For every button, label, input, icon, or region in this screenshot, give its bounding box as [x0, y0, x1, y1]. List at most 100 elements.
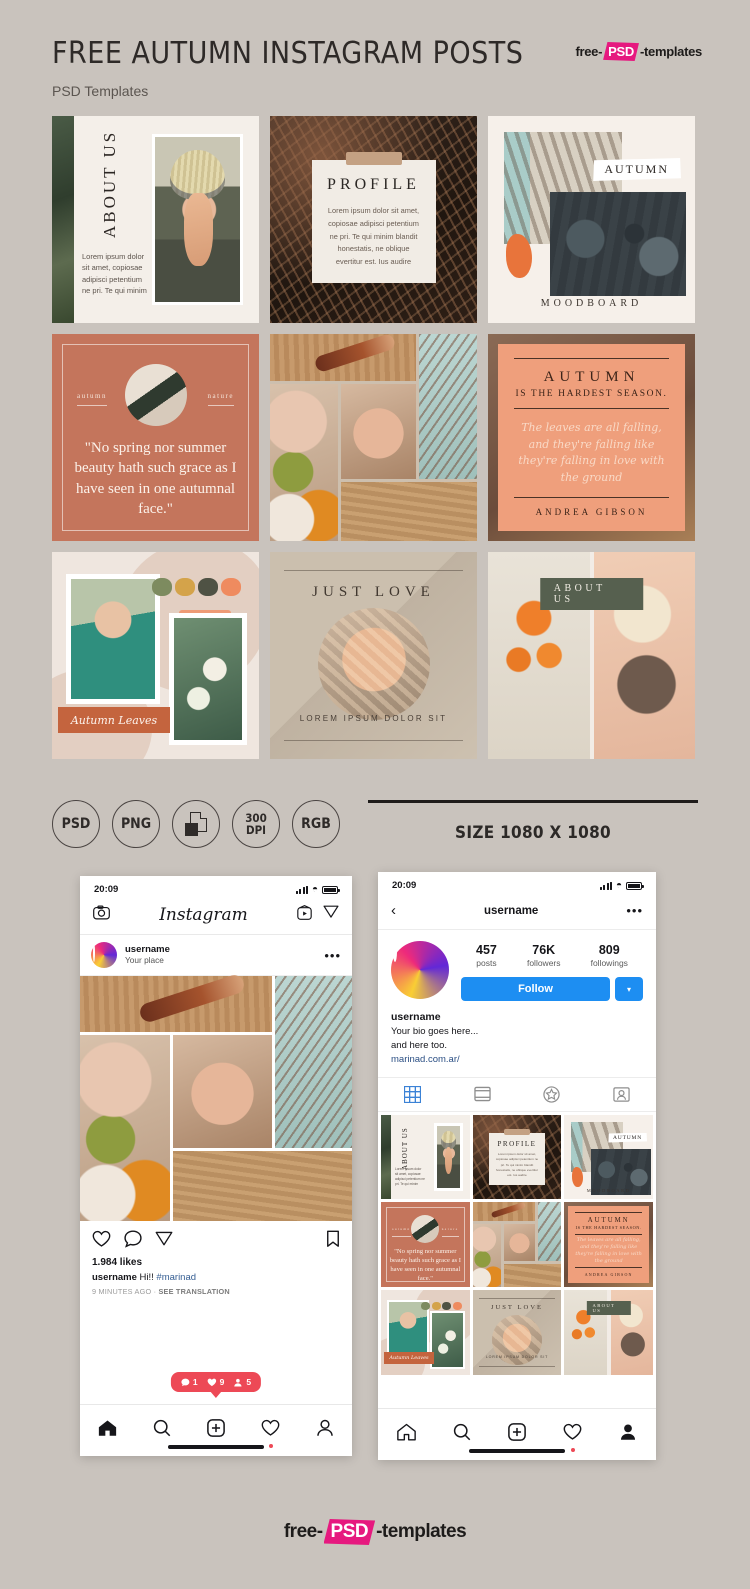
profile-bio-line1: Your bio goes here... — [391, 1026, 479, 1038]
activity-badge-dot — [268, 1444, 273, 1448]
just-love-circular-portrait — [317, 608, 430, 720]
post-likes-count: 1.984 likes — [92, 1257, 143, 1268]
swatch-coral — [221, 578, 241, 596]
add-post-icon[interactable] — [508, 1423, 526, 1446]
bookmark-icon[interactable] — [326, 1230, 340, 1253]
add-post-icon[interactable] — [207, 1419, 225, 1442]
collage-wood-texture-photo — [341, 481, 477, 541]
like-icon[interactable] — [92, 1230, 111, 1253]
home-icon[interactable] — [98, 1419, 117, 1442]
template-card-autumn-quote[interactable]: autumn nature "No spring nor summer beau… — [52, 334, 259, 541]
template-card-moodboard[interactable]: AUTUMN MOODBOARD — [488, 116, 695, 323]
stat-followers[interactable]: 76K followers — [527, 943, 561, 968]
template-card-about-us-portrait[interactable]: ABOUT US Lorem ipsum dolor sit amet, cop… — [52, 116, 259, 323]
profile-more-icon[interactable]: ••• — [626, 903, 643, 918]
wifi-icon: ◓ — [311, 884, 318, 895]
grid-tag-left-4: autumn — [392, 1227, 411, 1238]
grid-item-about-us-duo[interactable]: ABOUT US — [564, 1289, 653, 1375]
profile-avatar[interactable] — [391, 941, 449, 999]
brand-logo-pre: free- — [575, 44, 603, 59]
notif-follows-count: 5 — [246, 1377, 252, 1387]
comment-icon[interactable] — [124, 1230, 142, 1253]
activity-badge-dot — [570, 1448, 575, 1452]
grid-item-photo-collage[interactable] — [472, 1202, 562, 1287]
stat-followings[interactable]: 809 followings — [591, 943, 628, 968]
post-username[interactable]: username — [125, 944, 316, 955]
profile-icon[interactable] — [619, 1423, 637, 1446]
activity-icon[interactable] — [261, 1419, 280, 1448]
notif-comments-count: 1 — [192, 1377, 198, 1387]
profile-bio-name: username — [391, 1011, 441, 1023]
share-icon[interactable] — [155, 1230, 173, 1253]
hat-portrait-photo — [152, 134, 243, 305]
search-icon[interactable] — [453, 1423, 471, 1446]
stat-posts[interactable]: 457 posts — [476, 943, 497, 968]
caption-username[interactable]: username — [92, 1272, 137, 1283]
caption-hashtag[interactable]: #marinad — [156, 1272, 196, 1283]
grid-item-hardest-season[interactable]: AUTUMN IS THE HARDEST SEASON. The leaves… — [564, 1202, 653, 1287]
collage-dried-flowers-photo — [419, 334, 477, 479]
profile-bio-link[interactable]: marinad.com.ar/ — [391, 1053, 643, 1067]
post-place[interactable]: Your place — [125, 955, 316, 966]
template-card-profile-note[interactable]: PROFILE Lorem ipsum dolor sit amet, copi… — [270, 116, 477, 323]
instagram-topbar: Instagram — [80, 899, 352, 935]
avatar[interactable] — [91, 942, 117, 968]
tab-collection[interactable] — [448, 1078, 518, 1111]
tab-grid[interactable] — [378, 1078, 448, 1111]
profile-note-title: PROFILE — [327, 175, 420, 193]
see-translation-link[interactable]: SEE TRANSLATION — [158, 1287, 229, 1296]
profile-tab-bar — [378, 1076, 657, 1112]
direct-message-icon[interactable] — [323, 904, 339, 925]
grid-label-6: AUTUMN — [587, 1217, 630, 1225]
template-card-autumn-leaves[interactable]: Autumn Leaves — [52, 552, 259, 759]
grid-label-7: Autumn Leaves — [384, 1351, 434, 1364]
search-icon[interactable] — [153, 1419, 171, 1442]
template-card-just-love[interactable]: JUST LOVE LOREM IPSUM DOLOR SIT — [270, 552, 477, 759]
feed-portrait-photo — [173, 1034, 273, 1148]
collage-portrait-photo — [341, 384, 417, 479]
stat-followers-label: followers — [526, 958, 561, 968]
template-card-hardest-season[interactable]: AUTUMN IS THE HARDEST SEASON. The leaves… — [488, 334, 695, 541]
profile-icon[interactable] — [316, 1419, 334, 1442]
grid-item-just-love[interactable]: JUST LOVE LOREM IPSUM DOLOR SIT — [472, 1289, 562, 1375]
tab-tagged[interactable] — [587, 1078, 657, 1111]
grid-tag-right-4: nature — [441, 1227, 459, 1238]
template-card-about-us-duo[interactable]: ABOUT US — [488, 552, 695, 759]
about-us-text-column: ABOUT US Lorem ipsum dolor sit amet, cop… — [74, 116, 152, 323]
profile-nav-bar: ‹ username ••• — [378, 895, 656, 930]
notification-pill[interactable]: 1 9 5 — [170, 1372, 262, 1392]
follow-button[interactable]: Follow — [461, 977, 610, 1001]
grid-item-about-us-portrait[interactable]: ABOUT US Lorem ipsum dolor sit amet, cop… — [381, 1114, 470, 1200]
camera-icon[interactable] — [93, 905, 110, 925]
chevron-down-icon[interactable]: ▾ — [615, 977, 643, 1001]
just-love-rule-top — [284, 570, 463, 571]
profile-action-row: Follow ▾ — [461, 977, 643, 1001]
igtv-icon[interactable] — [297, 904, 312, 925]
post-image-collage[interactable] — [80, 976, 352, 1221]
post-meta: 9 MINUTES AGO · SEE TRANSLATION — [80, 1283, 352, 1296]
about-us-duo-badge: ABOUT US — [539, 578, 644, 610]
grid-item-autumn-leaves[interactable]: Autumn Leaves — [381, 1289, 470, 1375]
grid-item-autumn-quote[interactable]: autumn nature "No spring nor summer beau… — [381, 1202, 470, 1287]
battery-icon — [322, 885, 340, 894]
collage-pumpkins-photo — [270, 384, 339, 541]
grid-body-2: Lorem ipsum dolor sit amet, copiosae adi… — [495, 1151, 539, 1178]
tab-star[interactable] — [517, 1078, 587, 1111]
badge-rgb: RGB — [292, 800, 340, 848]
grid-item-profile-note[interactable]: PROFILE Lorem ipsum dolor sit amet, copi… — [472, 1114, 562, 1200]
brand-logo-psd: PSD — [603, 42, 639, 61]
feed-wood-texture-photo — [173, 1150, 352, 1221]
profile-stats-and-actions: 457 posts 76K followers 809 followings F… — [461, 941, 643, 1001]
grid-item-moodboard[interactable]: AUTUMN MOODBOARD — [564, 1114, 653, 1200]
page-header: FREE AUTUMN INSTAGRAM POSTS PSD Template… — [52, 36, 702, 99]
activity-icon[interactable] — [563, 1423, 582, 1452]
badge-dpi: 300 DPI — [232, 800, 280, 848]
template-card-photo-collage[interactable] — [270, 334, 477, 541]
autumn-leaves-photo-right — [169, 613, 247, 745]
post-more-icon[interactable]: ••• — [324, 948, 341, 963]
swatch-gold — [175, 578, 195, 596]
swatch-dark-olive — [198, 578, 218, 596]
notif-likes-count: 9 — [219, 1377, 225, 1387]
home-icon[interactable] — [396, 1423, 416, 1446]
status-time: 20:09 — [94, 884, 119, 895]
